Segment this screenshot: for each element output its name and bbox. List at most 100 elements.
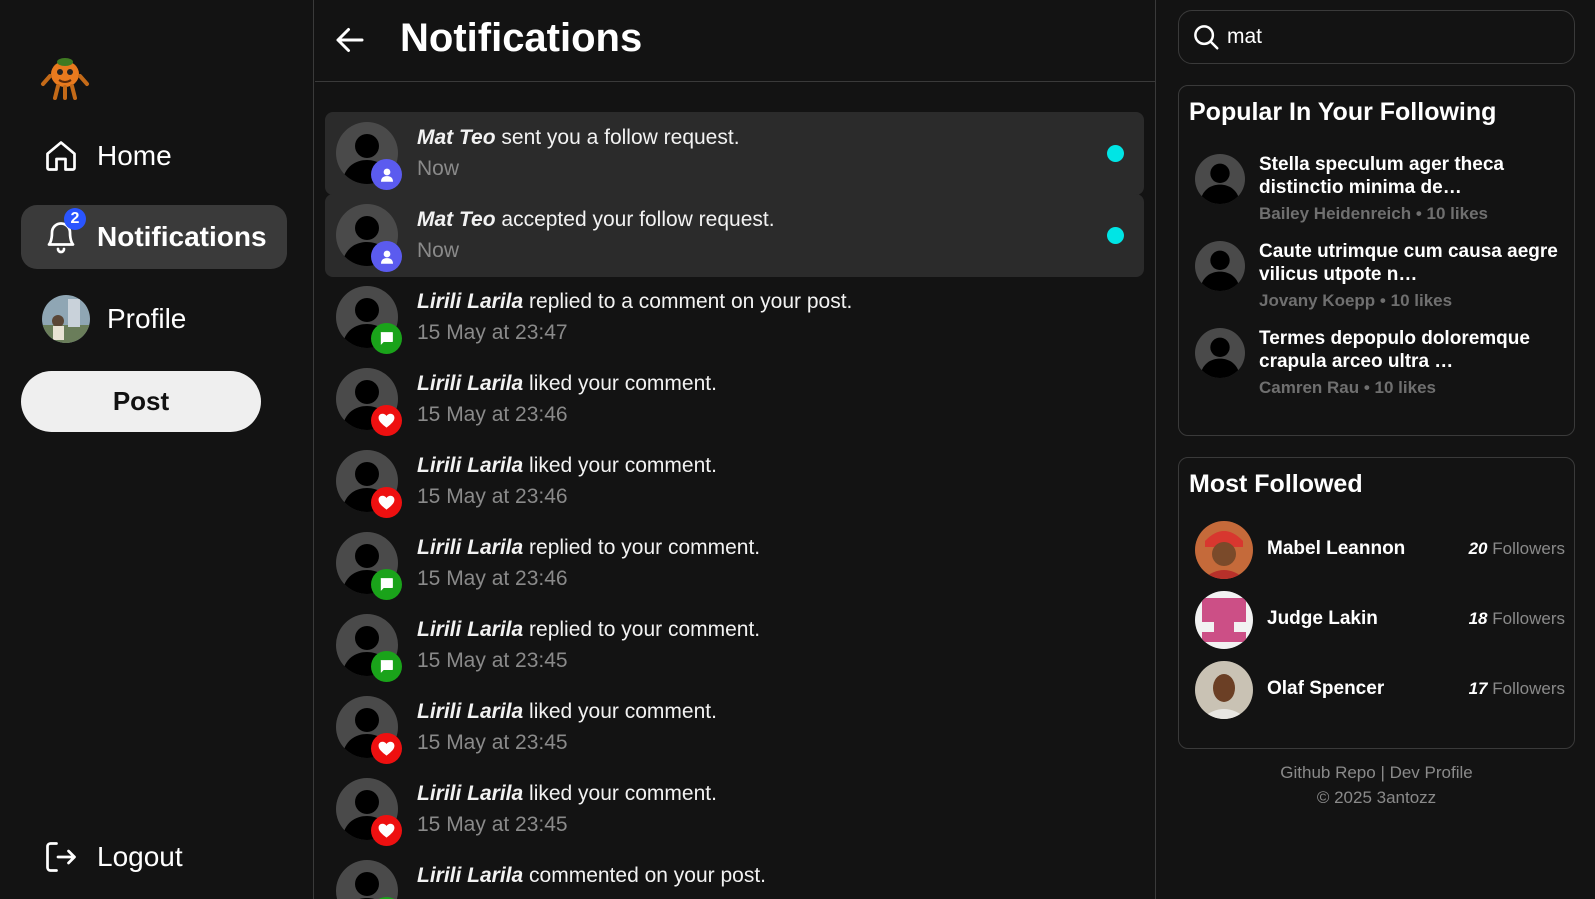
notification-item[interactable]: Lirili Larila replied to a comment on yo… [325, 276, 1144, 359]
notification-action: accepted your follow request. [495, 208, 775, 231]
notification-user[interactable]: Mat Teo [417, 126, 496, 149]
unread-dot [1107, 227, 1124, 244]
page-header: Notifications [315, 0, 1155, 82]
notification-user[interactable]: Lirili Larila [417, 618, 523, 641]
sidebar-item-logout[interactable]: Logout [21, 825, 286, 889]
notification-time: Now [417, 157, 460, 180]
follower-count-value: 18 [1468, 609, 1488, 628]
notification-item[interactable]: Mat Teo sent you a follow request. Now [325, 112, 1144, 195]
notification-time: 15 May at 23:46 [417, 567, 568, 590]
notification-action: sent you a follow request. [495, 126, 740, 149]
notification-text: Lirili Larila liked your comment. [417, 700, 717, 724]
notification-action: liked your comment. [523, 782, 717, 805]
notification-text: Lirili Larila replied to your comment. [417, 536, 760, 560]
notification-action: liked your comment. [523, 454, 717, 477]
heart-icon [371, 815, 402, 846]
notification-time: 15 May at 23:45 [417, 731, 568, 754]
sidebar-item-notifications[interactable]: Notifications [21, 205, 287, 269]
back-arrow-icon[interactable] [332, 22, 368, 58]
notification-action: replied to your comment. [523, 618, 761, 641]
sidebar-item-label: Notifications [97, 221, 267, 252]
notification-text: Mat Teo sent you a follow request. [417, 126, 740, 150]
heart-icon [371, 487, 402, 518]
notification-user[interactable]: Lirili Larila [417, 864, 523, 887]
notification-count-badge: 2 [64, 208, 86, 230]
app: Home Notifications 2 Profile Post Logout… [0, 0, 1595, 899]
heart-icon [371, 733, 402, 764]
notification-item[interactable]: Mat Teo accepted your follow request. Now [325, 194, 1144, 277]
notification-time: 15 May at 23:47 [417, 321, 568, 344]
sidebar-item-profile[interactable]: Profile [21, 287, 286, 351]
follower-count-label: Followers [1492, 679, 1565, 698]
logout-icon [43, 839, 79, 875]
notification-item[interactable]: Lirili Larila liked your comment. 15 May … [325, 768, 1144, 851]
popular-in-following-card: Popular In Your Following Stella speculu… [1178, 85, 1575, 436]
notification-item[interactable]: Lirili Larila liked your comment. 15 May … [325, 358, 1144, 441]
avatar [1195, 154, 1245, 204]
search-icon [1191, 22, 1221, 52]
post-author[interactable]: Jovany Koepp [1259, 291, 1375, 310]
avatar[interactable] [1195, 521, 1253, 579]
copyright: © 2025 3antozz [1316, 788, 1437, 807]
notification-item[interactable]: Lirili Larila replied to your comment. 15… [325, 522, 1144, 605]
avatar [42, 295, 90, 343]
avatar[interactable] [1195, 661, 1253, 719]
post-likes: 10 likes [1426, 204, 1488, 223]
popular-post-title[interactable]: Caute utrimque cum causa aegre vilicus u… [1259, 240, 1559, 286]
notification-user[interactable]: Lirili Larila [417, 372, 523, 395]
notification-action: liked your comment. [523, 700, 717, 723]
post-button[interactable]: Post [21, 371, 261, 432]
app-logo[interactable] [40, 52, 90, 100]
post-likes: 10 likes [1390, 291, 1453, 310]
post-likes: 10 likes [1374, 378, 1436, 397]
sidebar-item-label: Profile [107, 303, 187, 334]
card-title: Popular In Your Following [1189, 98, 1497, 126]
sidebar: Home Notifications 2 Profile Post Logout [0, 0, 314, 899]
follower-count-label: Followers [1492, 539, 1565, 558]
person-icon [371, 241, 402, 272]
follower-count: 18 Followers [1469, 609, 1565, 629]
popular-post-title[interactable]: Termes depopulo doloremque crapula arceo… [1259, 327, 1559, 373]
notification-user[interactable]: Lirili Larila [417, 454, 523, 477]
notification-text: Lirili Larila liked your comment. [417, 372, 717, 396]
most-followed-item[interactable]: Judge Lakin 18 Followers [1195, 591, 1565, 649]
user-name[interactable]: Judge Lakin [1267, 608, 1378, 630]
comment-icon [371, 323, 402, 354]
notification-text: Lirili Larila liked your comment. [417, 782, 717, 806]
post-author[interactable]: Camren Rau [1259, 378, 1359, 397]
notification-item[interactable]: Lirili Larila commented on your post. [325, 850, 1144, 899]
post-author[interactable]: Bailey Heidenreich [1259, 204, 1411, 223]
right-sidebar: Popular In Your Following Stella speculu… [1157, 0, 1595, 899]
avatar[interactable] [336, 860, 398, 899]
meta-separator: • [1375, 291, 1391, 310]
footer: Github Repo | Dev Profile © 2025 3antozz [1178, 760, 1575, 810]
notification-user[interactable]: Lirili Larila [417, 536, 523, 559]
search-bar[interactable] [1178, 10, 1575, 64]
most-followed-item[interactable]: Olaf Spencer 17 Followers [1195, 661, 1565, 719]
comment-icon [371, 569, 402, 600]
notification-item[interactable]: Lirili Larila liked your comment. 15 May … [325, 686, 1144, 769]
sidebar-item-home[interactable]: Home [21, 124, 286, 188]
user-name[interactable]: Mabel Leannon [1267, 538, 1405, 560]
home-icon [43, 138, 79, 174]
notification-item[interactable]: Lirili Larila liked your comment. 15 May … [325, 440, 1144, 523]
sidebar-item-label: Logout [97, 841, 183, 872]
popular-post-meta: Jovany Koepp • 10 likes [1259, 291, 1452, 311]
notification-user[interactable]: Mat Teo [417, 208, 496, 231]
notification-time: Now [417, 239, 460, 262]
notification-text: Lirili Larila liked your comment. [417, 454, 717, 478]
notification-user[interactable]: Lirili Larila [417, 782, 523, 805]
most-followed-item[interactable]: Mabel Leannon 20 Followers [1195, 521, 1565, 579]
page-title: Notifications [400, 16, 643, 60]
notification-user[interactable]: Lirili Larila [417, 290, 523, 313]
meta-separator: • [1411, 204, 1427, 223]
popular-post-title[interactable]: Stella speculum ager theca distinctio mi… [1259, 153, 1559, 199]
person-icon [371, 159, 402, 190]
notification-user[interactable]: Lirili Larila [417, 700, 523, 723]
avatar[interactable] [1195, 591, 1253, 649]
notification-item[interactable]: Lirili Larila replied to your comment. 15… [325, 604, 1144, 687]
search-input[interactable] [1227, 25, 1557, 49]
notification-action: replied to your comment. [523, 536, 761, 559]
user-name[interactable]: Olaf Spencer [1267, 678, 1384, 700]
footer-links[interactable]: Github Repo | Dev Profile [1178, 760, 1575, 785]
